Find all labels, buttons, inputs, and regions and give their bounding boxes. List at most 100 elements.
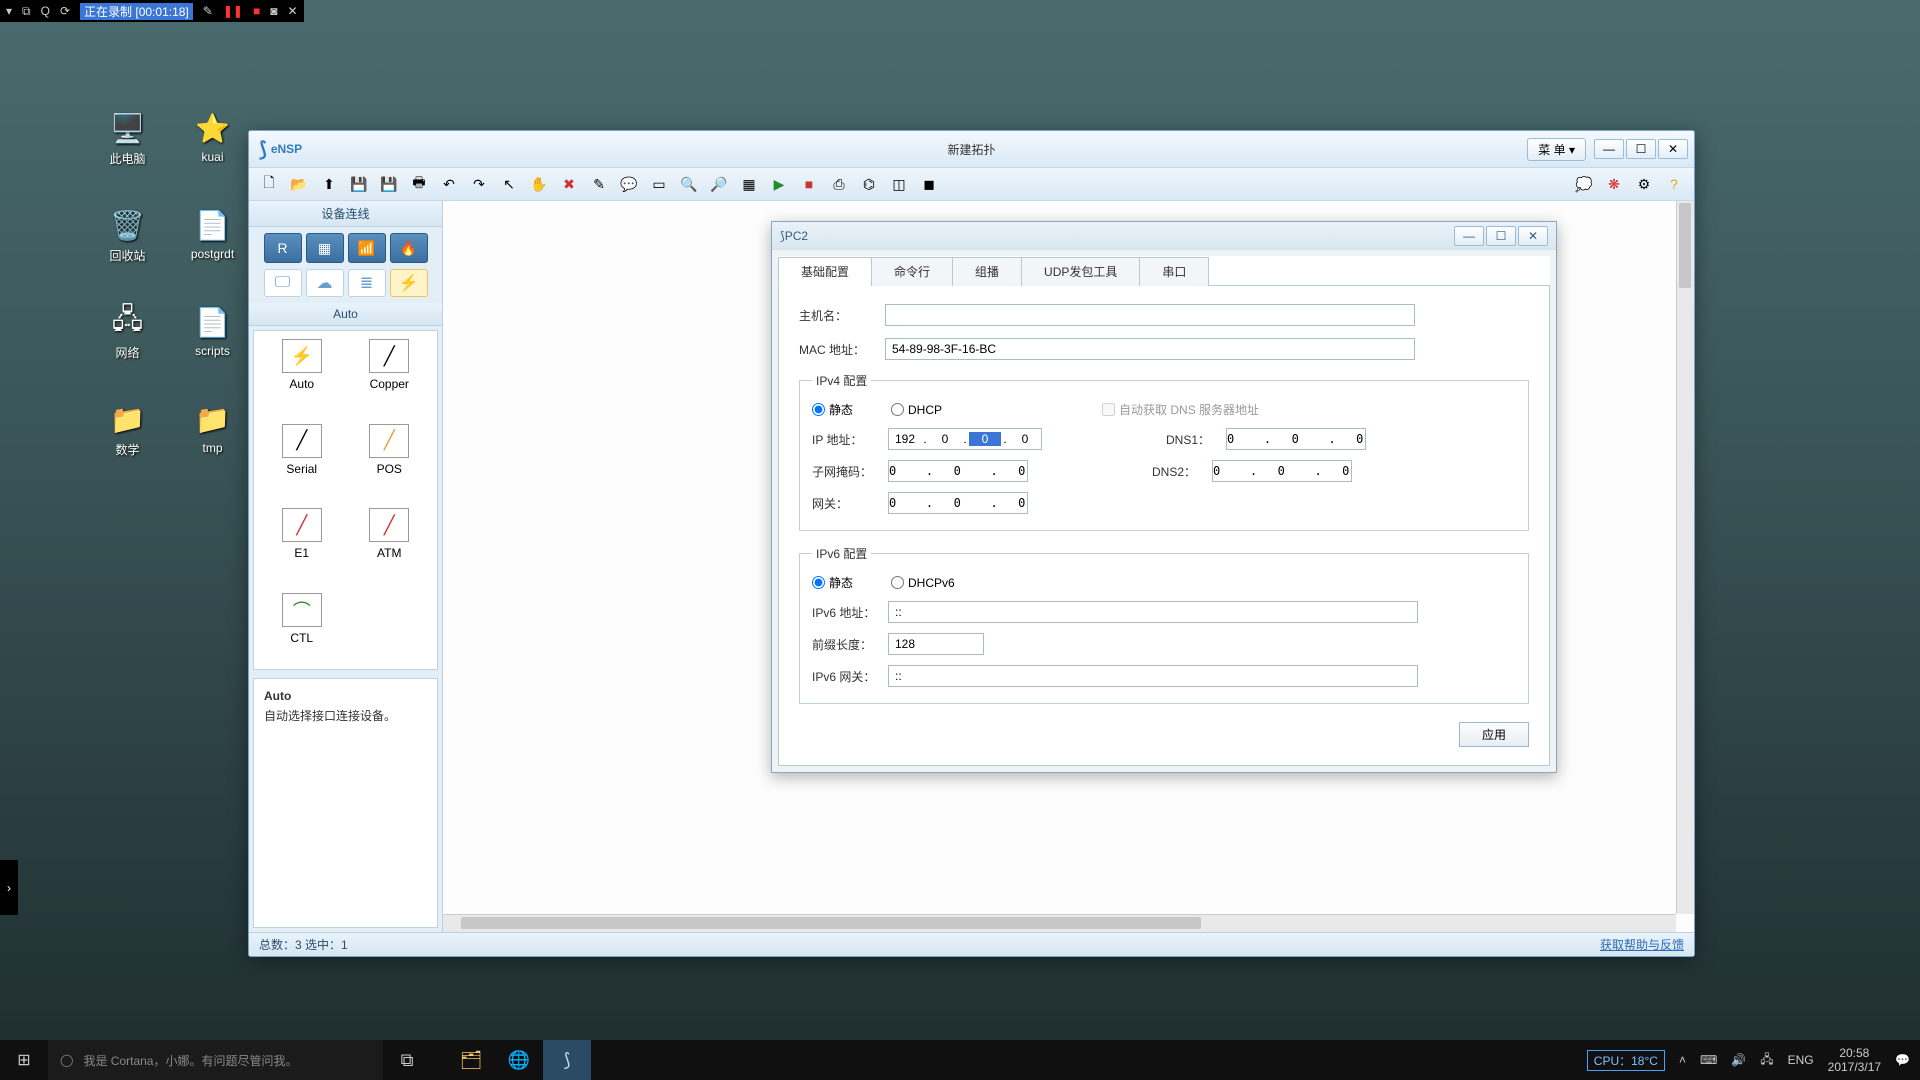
dev-copper[interactable]: ╱Copper (350, 339, 430, 408)
pc2-minimize-button[interactable]: — (1454, 226, 1484, 246)
start-button[interactable]: ⊞ (0, 1040, 48, 1080)
maximize-button[interactable]: ☐ (1626, 139, 1656, 159)
desktop-icon-tmp[interactable]: 📁tmp (175, 401, 250, 458)
dns1-input[interactable] (1226, 428, 1366, 450)
pause-icon[interactable]: ❚❚ (223, 4, 243, 18)
tab-serial[interactable]: 串口 (1139, 257, 1209, 286)
dns2-input[interactable] (1212, 460, 1352, 482)
tray-network-icon[interactable]: 🖧 (1760, 1050, 1773, 1071)
cat-router[interactable]: R (264, 233, 302, 263)
cat-firewall[interactable]: 🔥 (390, 233, 428, 263)
ipv4-static-radio[interactable]: 静态 (812, 401, 853, 418)
chrome-icon[interactable]: 🌐 (495, 1040, 543, 1080)
plen-input[interactable] (888, 633, 984, 655)
ipv4-dhcp-radio[interactable]: DHCP (891, 403, 942, 417)
close-button[interactable]: ✕ (1658, 139, 1688, 159)
desktop-icon-math[interactable]: 📁数学 (90, 401, 165, 458)
rec-search-icon[interactable]: Q (41, 4, 50, 18)
tb-start-icon[interactable]: ▶ (767, 172, 791, 196)
mac-input[interactable] (885, 338, 1415, 360)
tb-zoomin-icon[interactable]: 🔍 (677, 172, 701, 196)
desktop-icon-network[interactable]: 🖧网络 (90, 304, 165, 361)
stop-icon[interactable]: ■ (253, 4, 260, 18)
tray-volume-icon[interactable]: 🔊 (1731, 1053, 1746, 1067)
tb-up-icon[interactable]: ⬆ (317, 172, 341, 196)
dev-e1[interactable]: ╱E1 (262, 508, 342, 577)
tb-edit-icon[interactable]: ✎ (587, 172, 611, 196)
explorer-icon[interactable]: 🗂 (447, 1040, 495, 1080)
tb-stop-icon[interactable]: ■ (797, 172, 821, 196)
cortana-search[interactable]: ◯ 我是 Cortana，小娜。有问题尽管问我。 (48, 1040, 383, 1080)
tb-fit-icon[interactable]: ▦ (737, 172, 761, 196)
dev-serial[interactable]: ╱Serial (262, 424, 342, 493)
desktop-icon-recycle[interactable]: 🗑️回收站 (90, 207, 165, 264)
cat-cloud[interactable]: ☁ (306, 269, 344, 297)
camera-icon[interactable]: ◙ (270, 4, 277, 18)
help-link[interactable]: 获取帮助与反馈 (1600, 936, 1684, 953)
canvas-hscroll[interactable] (443, 914, 1676, 932)
tray-lang[interactable]: ENG (1788, 1053, 1814, 1067)
close-icon[interactable]: ✕ (287, 4, 297, 18)
tb-open-icon[interactable]: 📂 (287, 172, 311, 196)
tb-hand-icon[interactable]: ✋ (527, 172, 551, 196)
host-input[interactable] (885, 304, 1415, 326)
cat-pc[interactable]: 🖵 (264, 269, 302, 297)
cat-wlan[interactable]: 📶 (348, 233, 386, 263)
tab-basic[interactable]: 基础配置 (778, 257, 872, 286)
tb-redo-icon[interactable]: ↷ (467, 172, 491, 196)
cat-switch[interactable]: ▦ (306, 233, 344, 263)
pc2-maximize-button[interactable]: ☐ (1486, 226, 1516, 246)
cat-cable[interactable]: ⚡ (390, 269, 428, 297)
apply-button[interactable]: 应用 (1459, 722, 1529, 747)
tb-pointer-icon[interactable]: ↖ (497, 172, 521, 196)
tray-clock[interactable]: 20:58 2017/3/17 (1828, 1046, 1881, 1075)
ip-input[interactable]: 192. 0. 0. 0 (888, 428, 1042, 450)
tb-panel-icon[interactable]: ◫ (887, 172, 911, 196)
tab-udp[interactable]: UDP发包工具 (1021, 257, 1140, 286)
tb-save-icon[interactable]: 💾 (347, 172, 371, 196)
rec-refresh-icon[interactable]: ⟳ (60, 4, 70, 18)
desktop-icon-scripts[interactable]: 📄scripts (175, 304, 250, 361)
tray-up-icon[interactable]: ˄ (1679, 1053, 1686, 1067)
tb-text-icon[interactable]: 💬 (617, 172, 641, 196)
taskview-icon[interactable]: ⧉ (383, 1040, 431, 1080)
cat-server[interactable]: ≣ (348, 269, 386, 297)
recording-side-handle[interactable]: › (0, 860, 18, 915)
cpu-temp[interactable]: CPU：18°C (1587, 1050, 1665, 1071)
tb-chat-icon[interactable]: 💭 (1572, 172, 1596, 196)
ipv6gw-input[interactable] (888, 665, 1418, 687)
pc2-close-button[interactable]: ✕ (1518, 226, 1548, 246)
tray-notifications-icon[interactable]: 💬 (1895, 1053, 1910, 1067)
pc2-titlebar[interactable]: ⟆ PC2 — ☐ ✕ (772, 222, 1556, 250)
ipv6-static-radio[interactable]: 静态 (812, 574, 853, 591)
tb-panel2-icon[interactable]: ◼ (917, 172, 941, 196)
tb-capture-icon[interactable]: ⎙ (827, 172, 851, 196)
pencil-icon[interactable]: ✎ (203, 4, 213, 18)
tb-settings-icon[interactable]: ⚙ (1632, 172, 1656, 196)
tb-huawei-icon[interactable]: ❋ (1602, 172, 1626, 196)
dev-atm[interactable]: ╱ATM (350, 508, 430, 577)
rec-dropdown-icon[interactable]: ▾ (6, 4, 12, 18)
desktop-icon-postgrdt[interactable]: 📄postgrdt (175, 207, 250, 264)
ipv6-dhcp-radio[interactable]: DHCPv6 (891, 576, 955, 590)
desktop-icon-thispc[interactable]: 🖥️此电脑 (90, 110, 165, 167)
rec-window-icon[interactable]: ⧉ (22, 4, 31, 19)
gw-input[interactable] (888, 492, 1028, 514)
tb-saveas-icon[interactable]: 💾 (377, 172, 401, 196)
ensp-titlebar[interactable]: ⟆ eNSP 新建拓扑 菜 单 ▾ — ☐ ✕ (249, 131, 1694, 167)
tb-tree-icon[interactable]: ⌬ (857, 172, 881, 196)
tray-input-icon[interactable]: ⌨ (1700, 1053, 1717, 1067)
tb-zoomout-icon[interactable]: 🔎 (707, 172, 731, 196)
tb-undo-icon[interactable]: ↶ (437, 172, 461, 196)
dev-pos[interactable]: ╱POS (350, 424, 430, 493)
minimize-button[interactable]: — (1594, 139, 1624, 159)
menu-button[interactable]: 菜 单 ▾ (1527, 138, 1586, 161)
tb-new-icon[interactable]: 🗋 (257, 172, 281, 196)
ensp-task-icon[interactable]: ⟆ (543, 1040, 591, 1080)
topology-canvas[interactable]: ⟆ PC2 — ☐ ✕ 基础配置 命令行 组播 UDP发包工具 串口 (443, 201, 1694, 932)
mask-input[interactable] (888, 460, 1028, 482)
dev-auto[interactable]: ⚡Auto (262, 339, 342, 408)
tb-print-icon[interactable]: 🖶 (407, 172, 431, 196)
tab-cli[interactable]: 命令行 (871, 257, 953, 286)
tb-delete-icon[interactable]: ✖ (557, 172, 581, 196)
